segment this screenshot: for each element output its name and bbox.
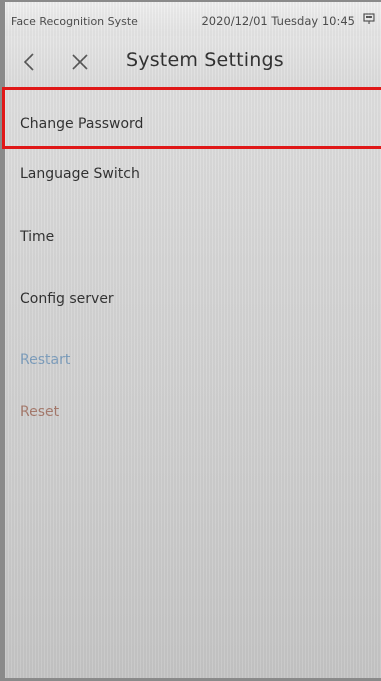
status-app-name: Face Recognition Syste — [11, 15, 138, 28]
device-screen: Face Recognition Syste 2020/12/01 Tuesda… — [5, 2, 381, 678]
menu-item-config-server[interactable]: Config server — [5, 279, 381, 323]
menu-item-label: Language Switch — [20, 166, 140, 182]
menu-item-restart[interactable]: Restart — [5, 340, 381, 380]
nav-bar: System Settings — [5, 36, 381, 88]
chevron-left-icon[interactable] — [19, 51, 41, 73]
menu-item-label: Restart — [20, 352, 71, 368]
menu-item-label: Change Password — [20, 116, 144, 132]
menu-item-label: Config server — [20, 291, 114, 307]
page-title: System Settings — [126, 49, 284, 71]
menu-item-change-password[interactable]: Change Password — [5, 88, 381, 154]
card-reader-icon — [363, 13, 375, 24]
status-bar: Face Recognition Syste 2020/12/01 Tuesda… — [5, 2, 381, 36]
menu-item-label: Reset — [20, 404, 60, 420]
status-datetime: 2020/12/01 Tuesday 10:45 — [201, 14, 355, 28]
menu-item-label: Time — [20, 229, 55, 245]
close-icon[interactable] — [69, 51, 91, 73]
menu-item-reset[interactable]: Reset — [5, 392, 381, 432]
menu-item-time[interactable]: Time — [5, 217, 381, 261]
menu-item-language-switch[interactable]: Language Switch — [5, 154, 381, 198]
